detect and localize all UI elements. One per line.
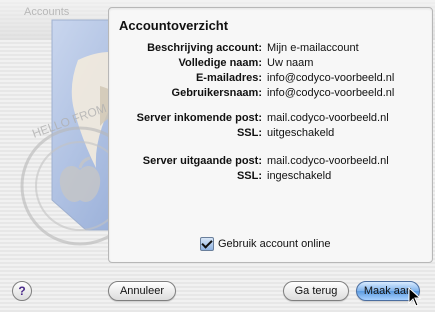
row-value: mail.codyco-voorbeeld.nl [267, 155, 389, 167]
mouse-pointer-icon [408, 287, 422, 307]
summary-row-outgoing-server: Server uitgaande post: mail.codyco-voorb… [109, 154, 432, 169]
row-value: info@codyco-voorbeeld.nl [267, 72, 395, 84]
account-summary-panel: Accountoverzicht Beschrijving account: M… [108, 7, 433, 263]
row-label: Gebruikersnaam: [171, 87, 262, 99]
apple-logo-icon [59, 165, 101, 203]
row-label: Beschrijving account: [147, 42, 262, 54]
summary-row-outgoing-ssl: SSL: ingeschakeld [109, 169, 432, 184]
row-value: ingeschakeld [267, 170, 332, 182]
help-button[interactable]: ? [12, 281, 32, 301]
row-value: Mijn e-mailaccount [267, 42, 359, 54]
row-value: mail.codyco-voorbeeld.nl [267, 112, 389, 124]
row-label: SSL: [236, 127, 262, 139]
row-value: info@codyco-voorbeeld.nl [267, 87, 395, 99]
use-account-online-checkbox[interactable] [200, 237, 214, 251]
row-label: SSL: [236, 170, 262, 182]
row-value: uitgeschakeld [267, 127, 335, 139]
summary-row-email: E-mailadres: info@codyco-voorbeeld.nl [109, 71, 432, 86]
row-value: Uw naam [267, 57, 314, 69]
summary-row-username: Gebruikersnaam: info@codyco-voorbeeld.nl [109, 86, 432, 101]
use-account-online-label: Gebruik account online [218, 238, 331, 250]
summary-row-description: Beschrijving account: Mijn e-mailaccount [109, 41, 432, 56]
row-label: Server inkomende post: [136, 112, 262, 124]
summary-row-full-name: Volledige naam: Uw naam [109, 56, 432, 71]
use-account-online-option[interactable]: Gebruik account online [200, 236, 331, 252]
panel-title: Accountoverzicht [119, 18, 229, 33]
back-button[interactable]: Ga terug [283, 281, 349, 301]
row-label: E-mailadres: [195, 72, 262, 84]
summary-row-incoming-server: Server inkomende post: mail.codyco-voorb… [109, 111, 432, 126]
row-label: Server uitgaande post: [142, 155, 262, 167]
row-label: Volledige naam: [178, 57, 262, 69]
cancel-button[interactable]: Annuleer [108, 281, 176, 301]
summary-row-incoming-ssl: SSL: uitgeschakeld [109, 126, 432, 141]
